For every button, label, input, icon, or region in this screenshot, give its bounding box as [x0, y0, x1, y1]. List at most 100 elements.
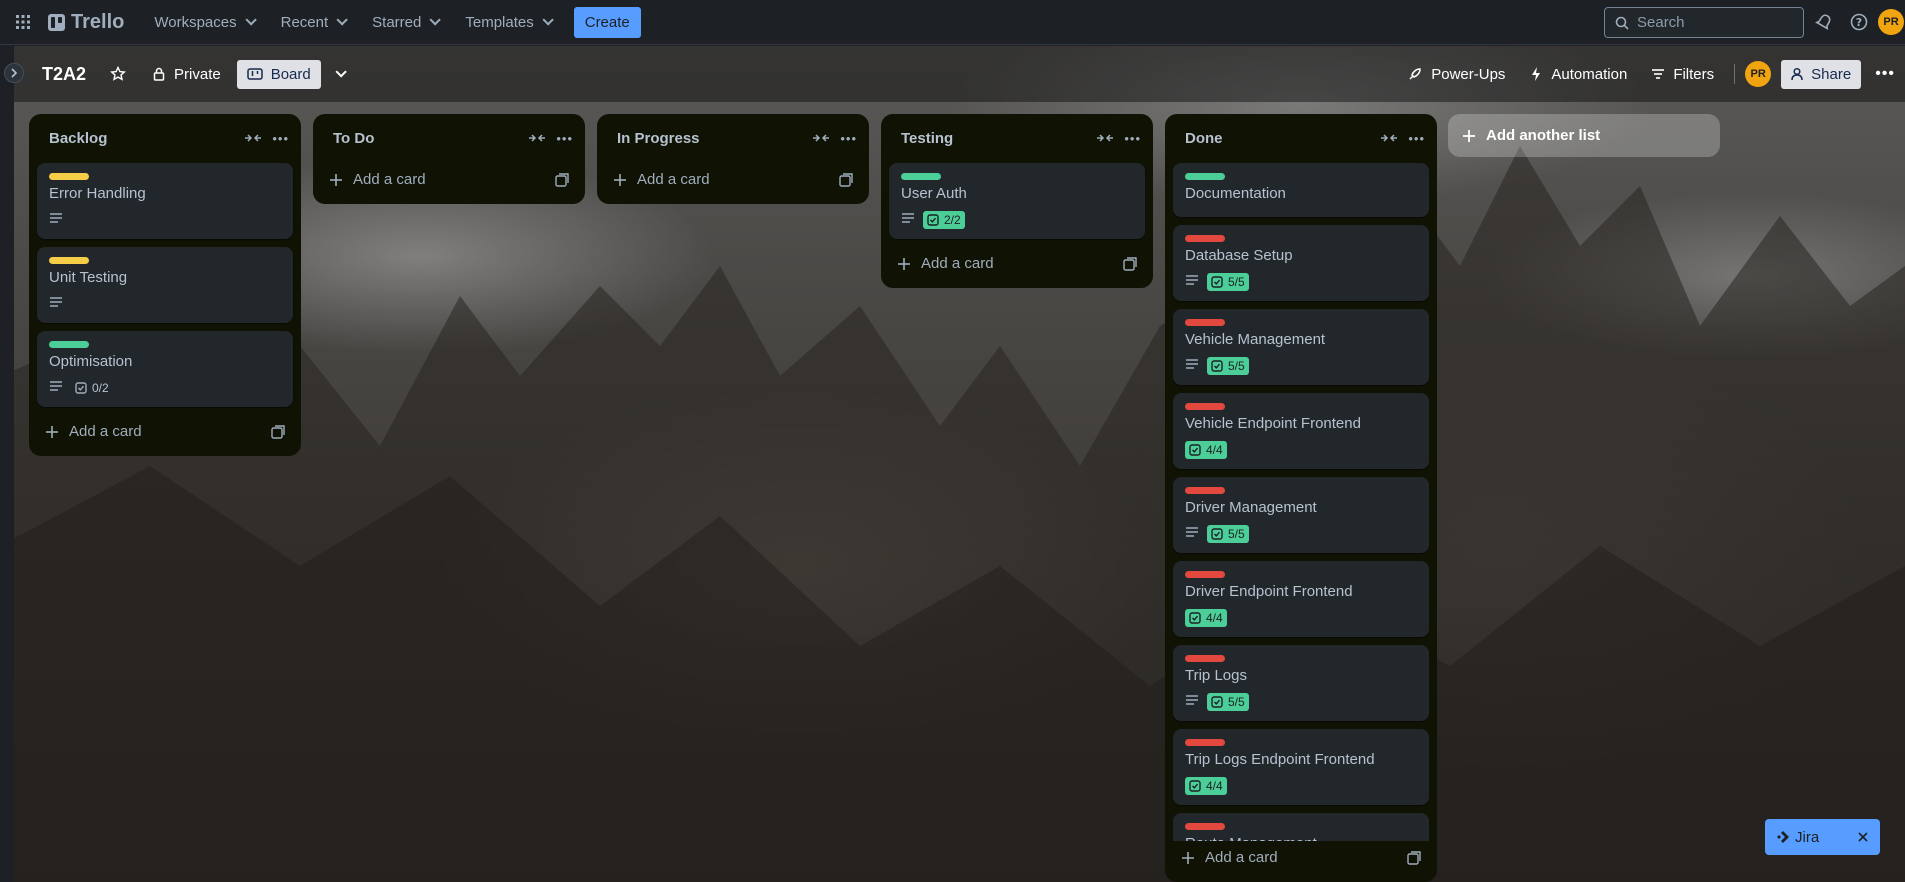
add-another-list-button[interactable]: Add another list: [1448, 114, 1720, 157]
close-icon[interactable]: [1858, 832, 1868, 842]
board-title[interactable]: T2A2: [42, 64, 86, 85]
sidebar-expand-button[interactable]: [4, 63, 24, 83]
card-badges: 5/5: [1185, 691, 1417, 713]
help-icon[interactable]: ?: [1849, 12, 1869, 32]
checklist-icon: [927, 214, 939, 226]
add-card-button[interactable]: Add a card: [321, 163, 577, 196]
card-label[interactable]: [1185, 173, 1225, 180]
card-badges: [49, 209, 281, 231]
create-from-template-icon[interactable]: [1123, 256, 1137, 271]
card-label[interactable]: [49, 173, 89, 180]
plus-icon: [897, 257, 911, 271]
card-label[interactable]: [1185, 571, 1225, 578]
collapse-list-icon[interactable]: [1096, 130, 1114, 148]
add-card-button[interactable]: Add a card: [1173, 841, 1429, 874]
chevron-right-icon: [11, 68, 18, 78]
board-menu-button[interactable]: •••: [1865, 59, 1905, 89]
card-label[interactable]: [1185, 487, 1225, 494]
app-switcher-icon[interactable]: [10, 9, 36, 35]
card-label[interactable]: [901, 173, 941, 180]
list-menu-icon[interactable]: •••: [272, 131, 289, 146]
card[interactable]: Trip Logs Endpoint Frontend 4/4: [1173, 729, 1429, 805]
view-switcher-button[interactable]: [325, 64, 353, 84]
collapse-list-icon[interactable]: [528, 130, 546, 148]
checklist-icon: [75, 382, 87, 394]
description-icon: [901, 211, 915, 229]
list-menu-icon[interactable]: •••: [556, 131, 573, 146]
card[interactable]: Vehicle Management 5/5: [1173, 309, 1429, 385]
card[interactable]: Vehicle Endpoint Frontend 4/4: [1173, 393, 1429, 469]
checklist-icon: [1211, 696, 1223, 708]
card[interactable]: Documentation: [1173, 163, 1429, 217]
card-label[interactable]: [1185, 403, 1225, 410]
card-title: Trip Logs: [1185, 667, 1247, 684]
share-button[interactable]: Share: [1781, 59, 1862, 89]
card-badges: 0/2: [49, 377, 281, 399]
list-menu-icon[interactable]: •••: [1124, 131, 1141, 146]
card[interactable]: Route Management: [1173, 813, 1429, 841]
board-member-avatar[interactable]: PR: [1745, 61, 1772, 87]
collapse-list-icon[interactable]: [812, 130, 830, 148]
collapse-list-icon[interactable]: [244, 130, 262, 148]
header-divider: [1734, 64, 1736, 84]
card[interactable]: Trip Logs 5/5: [1173, 645, 1429, 721]
create-from-template-icon[interactable]: [555, 172, 569, 187]
top-navigation: Trello Workspaces Recent Starred Templat…: [0, 0, 1905, 45]
starred-menu[interactable]: Starred: [360, 8, 449, 37]
create-from-template-icon[interactable]: [839, 172, 853, 187]
collapse-list-icon[interactable]: [1380, 130, 1398, 148]
card[interactable]: Unit Testing: [37, 247, 293, 323]
checklist-icon: [1211, 528, 1223, 540]
card[interactable]: User Auth 2/2: [889, 163, 1145, 239]
visibility-button[interactable]: Private: [142, 60, 231, 89]
list-title[interactable]: To Do: [333, 130, 374, 147]
card-label[interactable]: [49, 341, 89, 348]
card-label[interactable]: [1185, 319, 1225, 326]
list-menu-icon[interactable]: •••: [1408, 131, 1425, 146]
list-header: To Do •••: [321, 114, 577, 163]
recent-menu[interactable]: Recent: [269, 8, 357, 37]
star-button[interactable]: [100, 60, 136, 88]
card[interactable]: Driver Endpoint Frontend 4/4: [1173, 561, 1429, 637]
card[interactable]: Database Setup 5/5: [1173, 225, 1429, 301]
list-title[interactable]: In Progress: [617, 130, 700, 147]
automation-button[interactable]: Automation: [1519, 60, 1637, 89]
description-icon: [49, 295, 63, 313]
power-ups-button[interactable]: Power-Ups: [1397, 60, 1515, 89]
plus-icon: [1463, 129, 1475, 142]
list-title[interactable]: Testing: [901, 130, 953, 147]
workspaces-menu[interactable]: Workspaces: [142, 8, 264, 37]
card[interactable]: Error Handling: [37, 163, 293, 239]
add-card-label: Add a card: [921, 255, 994, 272]
jira-widget[interactable]: Jira: [1765, 819, 1880, 855]
card-title: Driver Management: [1185, 499, 1317, 516]
notifications-icon[interactable]: [1814, 12, 1834, 32]
user-avatar[interactable]: PR: [1878, 9, 1904, 35]
card-label[interactable]: [1185, 235, 1225, 242]
add-card-button[interactable]: Add a card: [889, 247, 1145, 280]
card-label[interactable]: [1185, 823, 1225, 830]
filters-button[interactable]: Filters: [1641, 60, 1724, 89]
card-title: Vehicle Endpoint Frontend: [1185, 415, 1361, 432]
checklist-count: 5/5: [1228, 359, 1245, 373]
add-card-button[interactable]: Add a card: [605, 163, 861, 196]
list-title[interactable]: Done: [1185, 130, 1223, 147]
add-card-button[interactable]: Add a card: [37, 415, 293, 448]
board-view-button[interactable]: Board: [236, 59, 321, 89]
card-label[interactable]: [49, 257, 89, 264]
card-label[interactable]: [1185, 739, 1225, 746]
rocket-icon: [1409, 68, 1421, 80]
list-title[interactable]: Backlog: [49, 130, 107, 147]
card-label[interactable]: [1185, 655, 1225, 662]
checklist-icon: [1211, 360, 1223, 372]
trello-logo[interactable]: Trello: [48, 11, 124, 34]
create-from-template-icon[interactable]: [271, 424, 285, 439]
templates-menu[interactable]: Templates: [453, 8, 561, 37]
create-button[interactable]: Create: [573, 6, 641, 38]
card[interactable]: Driver Management 5/5: [1173, 477, 1429, 553]
list-menu-icon[interactable]: •••: [840, 131, 857, 146]
create-from-template-icon[interactable]: [1407, 850, 1421, 865]
card[interactable]: Optimisation 0/2: [37, 331, 293, 407]
search-input[interactable]: Search: [1604, 7, 1804, 38]
filter-icon: [1652, 69, 1665, 79]
